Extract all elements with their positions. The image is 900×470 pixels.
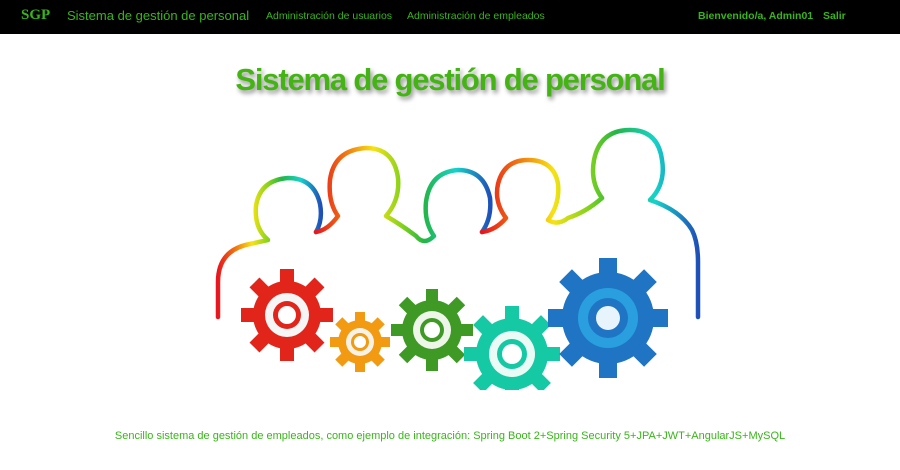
welcome-user: Bienvenido/a, Admin01 — [698, 10, 814, 22]
people-gears-illustration — [215, 127, 701, 390]
brand-title[interactable]: Sistema de gestión de personal — [67, 8, 249, 23]
red-gear-icon — [241, 269, 333, 361]
brand-logo[interactable]: SGP — [21, 7, 50, 24]
blue-gear-icon — [548, 258, 668, 378]
nav-link-users[interactable]: Administración de usuarios — [266, 10, 392, 22]
orange-gear-icon — [330, 312, 390, 372]
nav-link-employees[interactable]: Administración de empleados — [407, 10, 545, 22]
green-gear-icon — [391, 289, 473, 371]
page-title: Sistema de gestión de personal — [235, 62, 665, 97]
app-description: Sencillo sistema de gestión de empleados… — [114, 430, 786, 442]
top-navbar: SGP Sistema de gestión de personal Admin… — [0, 0, 900, 34]
teal-gear-icon — [464, 306, 560, 390]
logout-link[interactable]: Salir — [823, 10, 846, 22]
